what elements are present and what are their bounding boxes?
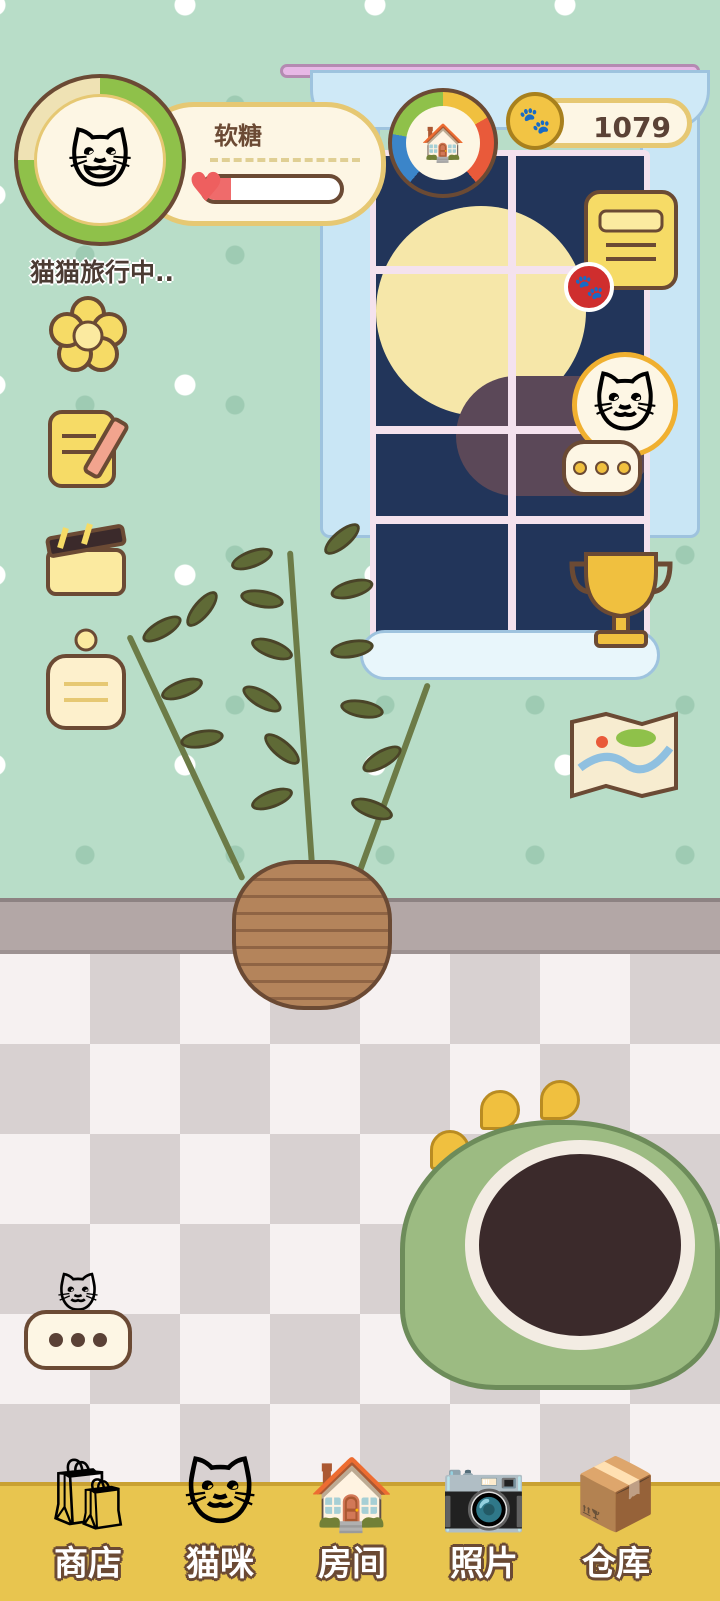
leaf [180,586,224,632]
cat-chat-bubble[interactable] [562,440,642,496]
dot [573,461,587,475]
trophy-icon[interactable] [566,542,676,652]
cat-icon: 🐱 [183,1453,257,1535]
cat-face-icon[interactable]: 😺 [34,94,166,226]
player-name: 软糖 [214,122,262,150]
dino-cat-bed[interactable] [400,1080,720,1390]
flower-icon-graphic [49,296,127,372]
paw-coin-icon: 🐾 [506,92,564,150]
game-scene: 软糖 ♥ 😺 猫猫旅行中.. 🏠 1079 🐾 🐾 🐱 🐱 🛍 商店 🐱 猫咪 … [0,0,720,1601]
dot [617,461,631,475]
leaf [238,586,286,612]
leaf [248,633,296,665]
nav-room[interactable]: 🏠 房间 [292,1444,412,1601]
leaf [259,727,305,771]
potted-plant[interactable] [120,510,432,1020]
paw-notification-icon[interactable]: 🐾 [564,262,614,312]
home-gauge[interactable]: 🏠 [388,88,506,198]
task-list-graphic [598,209,664,261]
message-bubble [24,1310,132,1370]
hanging-sign-icon[interactable] [44,626,128,732]
notepad-graphic [48,410,129,488]
leaf [338,696,386,722]
bed-body [400,1120,720,1390]
plant-stem [286,550,316,881]
map-icon[interactable] [566,708,682,800]
dot [93,1333,107,1347]
leaf [248,783,296,815]
house-icon: 🏠 [406,106,480,180]
player-profile[interactable]: 软糖 ♥ 😺 [14,74,386,246]
nav-cats[interactable]: 🐱 猫咪 [160,1444,280,1601]
bed-spike [540,1080,580,1120]
clapperboard-icon[interactable] [42,520,130,600]
flower-icon[interactable] [48,296,128,376]
bottom-nav: 🛍 商店 🐱 猫咪 🏠 房间 📷 照片 📦 仓库 [0,1459,720,1601]
dot [71,1333,85,1347]
travel-status: 猫猫旅行中.. [30,258,174,287]
notepad-pencil-icon[interactable] [44,402,136,494]
wicker-pot [232,860,392,1010]
coin-counter[interactable]: 1079 🐾 [506,92,692,150]
hanging-sign-graphic [46,628,126,730]
plant-stem [126,634,246,882]
leaf [319,517,365,561]
house-icon: 🏠 [308,1453,396,1535]
nav-label: 照片 [450,1544,518,1584]
bed-opening [465,1140,695,1350]
nav-shop[interactable]: 🛍 商店 [28,1444,148,1601]
leaf [228,543,276,575]
nav-label: 商店 [54,1544,122,1584]
leaf [158,673,206,705]
leaf [238,680,286,718]
name-divider [210,158,360,162]
shopping-bag-icon: 🛍 [43,1453,133,1535]
avatar-ring: 😺 [14,74,186,246]
window-mullion [508,156,516,644]
cat-message-button[interactable]: 🐱 [24,1270,132,1374]
nav-photos[interactable]: 📷 照片 [424,1444,544,1601]
map-graphic [570,711,678,799]
leaf [328,574,376,604]
nav-label: 仓库 [582,1544,650,1584]
dot [595,461,609,475]
heart-icon: ♥ [188,165,224,211]
leaf [138,610,186,648]
camera-icon: 📷 [440,1453,528,1535]
nav-label: 房间 [318,1544,386,1584]
nav-label: 猫咪 [186,1544,254,1584]
box-icon: 📦 [572,1453,660,1535]
leaf [328,636,376,662]
clapperboard-graphic [45,523,127,596]
nav-storage[interactable]: 📦 仓库 [556,1444,676,1601]
trophy-graphic [569,552,673,648]
dot [49,1333,63,1347]
leaf [178,726,226,752]
coin-amount: 1079 [593,111,671,144]
